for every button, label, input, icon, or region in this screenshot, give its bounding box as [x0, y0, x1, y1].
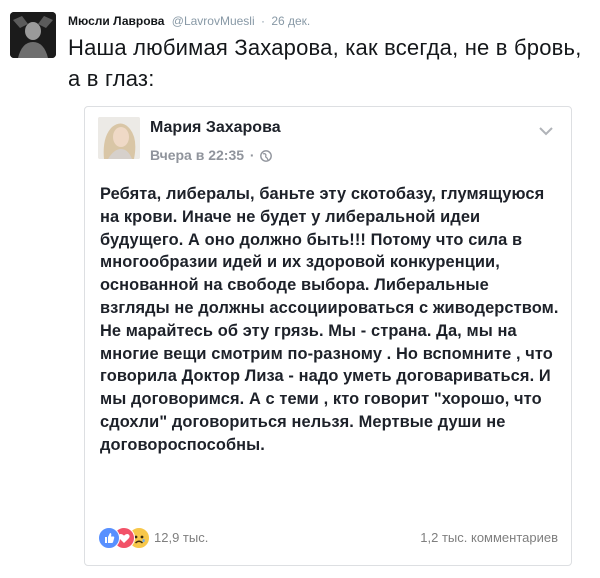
- comments-count[interactable]: 1,2 тыс. комментариев: [420, 530, 558, 545]
- tweet-author-name[interactable]: Мюсли Лаврова: [68, 14, 164, 28]
- chevron-down-icon[interactable]: [539, 123, 553, 141]
- reactions-summary[interactable]: [98, 527, 152, 549]
- like-reaction-icon: [98, 527, 120, 549]
- tweet: Мюсли Лаврова @LavrovMuesli · 26 дек. На…: [0, 0, 600, 578]
- fb-post-time[interactable]: Вчера в 22:35: [150, 147, 244, 163]
- tweet-header: Мюсли Лаврова @LavrovMuesli · 26 дек.: [68, 14, 310, 28]
- globe-icon: [260, 149, 273, 165]
- tweet-author-handle[interactable]: @LavrovMuesli: [172, 14, 255, 28]
- tweet-separator: ·: [260, 14, 265, 28]
- tweet-text: Наша любимая Захарова, как всегда, не в …: [68, 35, 582, 91]
- fb-post-meta: Вчера в 22:35 ·: [150, 147, 273, 165]
- reactions-count[interactable]: 12,9 тыс.: [154, 530, 208, 545]
- tweet-date[interactable]: 26 дек.: [271, 14, 310, 28]
- fb-author-avatar[interactable]: [98, 117, 140, 159]
- tweet-bottom-edge: [0, 572, 600, 578]
- fb-post-text: Ребята, либералы, баньте эту скотобазу, …: [100, 185, 559, 454]
- fb-meta-separator: ·: [249, 147, 255, 163]
- fb-author-name[interactable]: Мария Захарова: [150, 119, 281, 137]
- fb-post-footer: 12,9 тыс. 1,2 тыс. комментариев: [98, 527, 558, 553]
- tweet-author-avatar[interactable]: [10, 12, 56, 58]
- embedded-facebook-post[interactable]: Мария Захарова Вчера в 22:35 · Ребята, л…: [84, 106, 572, 566]
